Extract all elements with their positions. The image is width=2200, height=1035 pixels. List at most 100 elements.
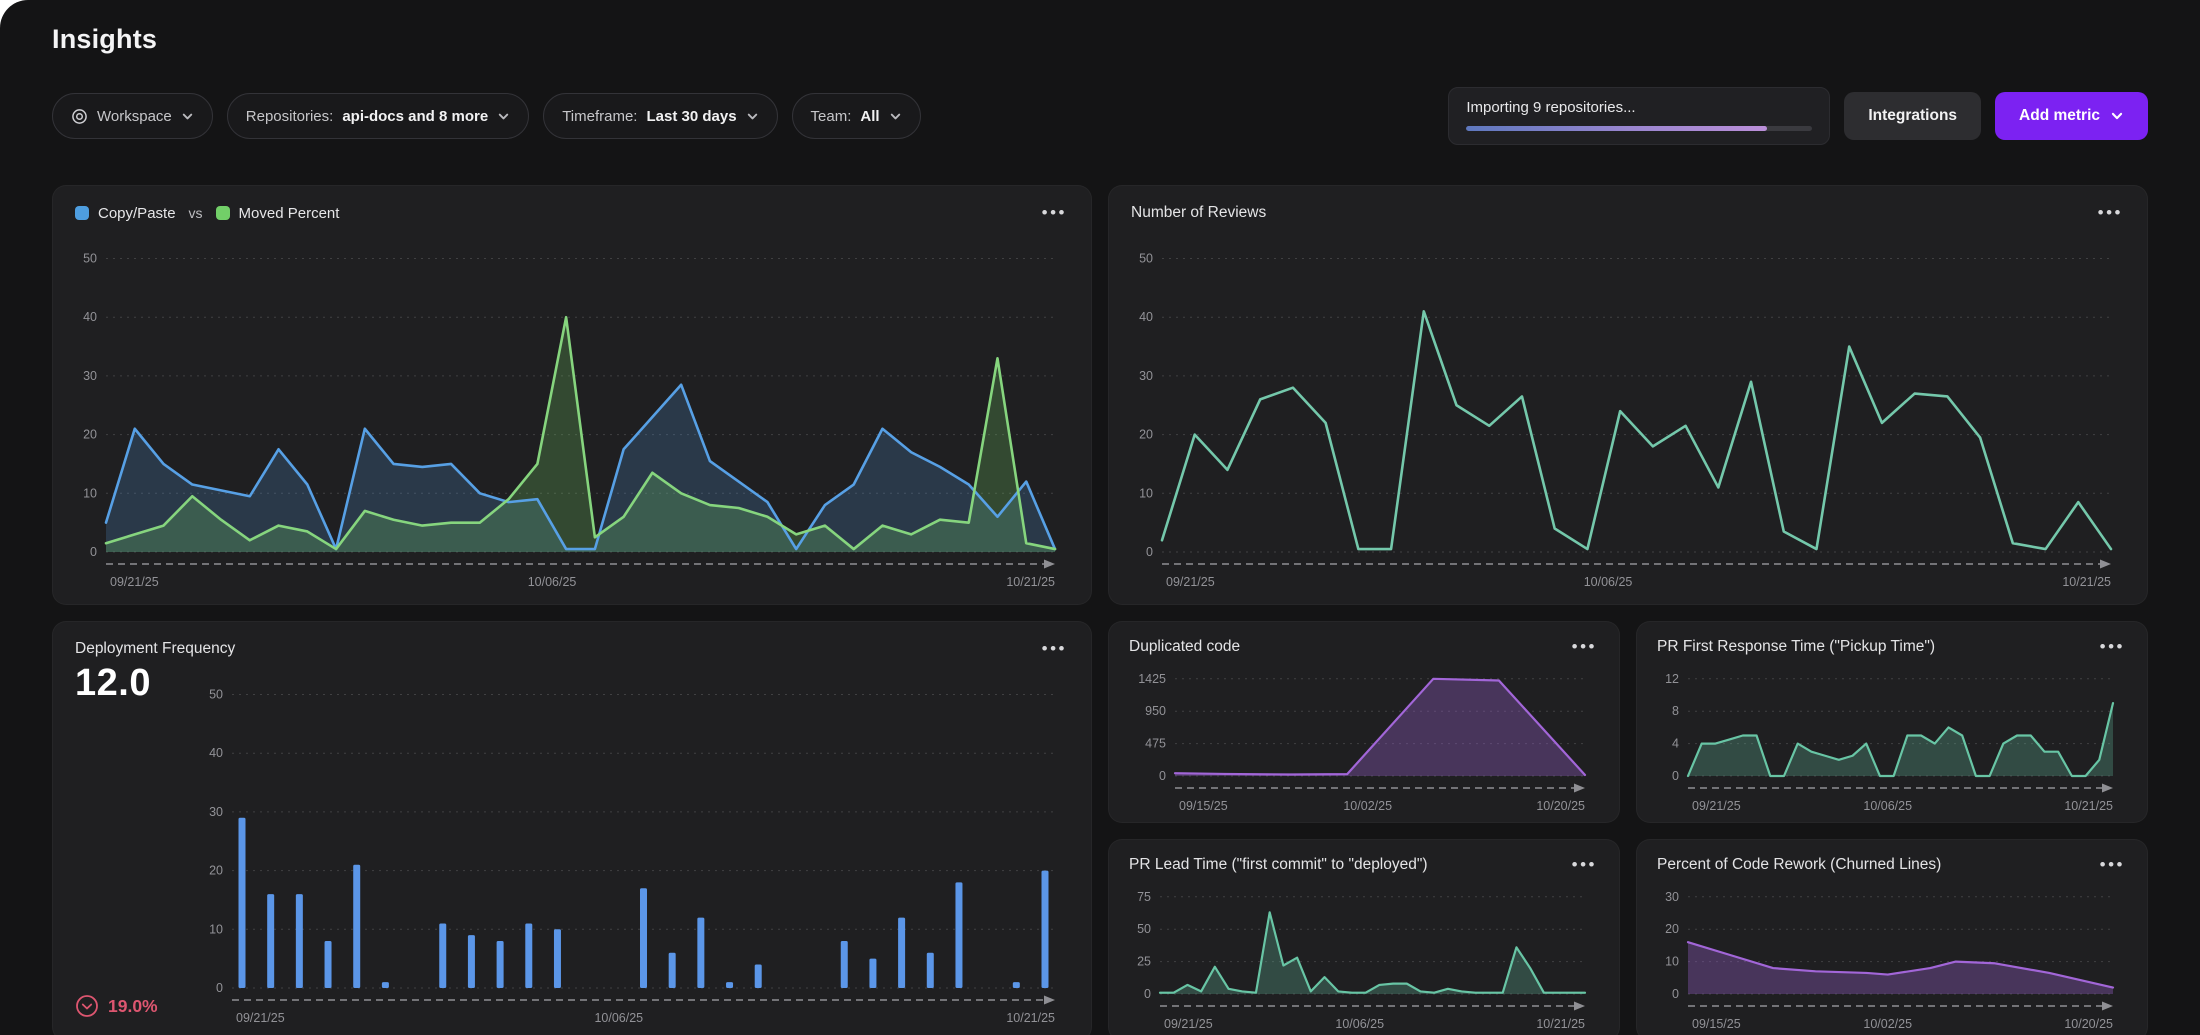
svg-text:10/21/25: 10/21/25 (2062, 575, 2111, 589)
filter-label: Timeframe: (562, 108, 637, 125)
workspace-icon (71, 108, 88, 125)
svg-text:20: 20 (1139, 428, 1153, 442)
svg-text:10/21/25: 10/21/25 (2064, 799, 2113, 813)
chart-canvas-copy-paste-vs-moved: 0102030405009/21/2510/06/2510/21/25 (75, 228, 1069, 592)
import-progress-bar (1466, 126, 1812, 131)
svg-text:8: 8 (1672, 704, 1679, 718)
svg-text:1425: 1425 (1138, 672, 1166, 686)
svg-text:10/06/25: 10/06/25 (528, 575, 577, 589)
toolbar: Workspace Repositories: api-docs and 8 m… (52, 87, 2148, 145)
add-metric-button-label: Add metric (2019, 107, 2100, 125)
svg-text:50: 50 (1137, 922, 1151, 936)
repositories-filter[interactable]: Repositories: api-docs and 8 more (227, 93, 529, 139)
svg-text:09/15/25: 09/15/25 (1179, 799, 1228, 813)
deployment-frequency-value: 12.0 (75, 662, 201, 705)
chart-legend: Copy/Paste vs Moved Percent (75, 205, 339, 222)
delta-value: 19.0% (108, 996, 158, 1017)
svg-text:20: 20 (209, 864, 223, 878)
chart-card-number-of-reviews: Number of Reviews ••• 0102030405009/21/2… (1108, 185, 2148, 605)
card-menu-button[interactable]: ••• (2098, 638, 2127, 656)
svg-text:0: 0 (1144, 987, 1151, 1001)
svg-text:09/15/25: 09/15/25 (1692, 1017, 1741, 1031)
svg-text:09/21/25: 09/21/25 (1692, 799, 1741, 813)
card-menu-button[interactable]: ••• (1040, 204, 1069, 222)
filter-bar: Workspace Repositories: api-docs and 8 m… (52, 93, 921, 139)
chart-card-copy-paste-vs-moved: Copy/Paste vs Moved Percent ••• 01020304… (52, 185, 1092, 605)
deployment-frequency-delta: 19.0% (75, 994, 201, 1018)
card-menu-button[interactable]: ••• (2096, 204, 2125, 222)
chevron-down-icon (889, 110, 902, 123)
svg-text:40: 40 (1139, 310, 1153, 324)
charts-grid: Copy/Paste vs Moved Percent ••• 0 10 20 30 4… (52, 185, 2148, 1035)
integrations-button[interactable]: Integrations (1844, 92, 1981, 140)
small-charts-grid: Duplicated code ••• 0475950142509/15/251… (1108, 621, 2148, 1035)
svg-text:4: 4 (1672, 737, 1679, 751)
svg-text:30: 30 (1139, 369, 1153, 383)
team-filter[interactable]: Team: All (792, 93, 921, 139)
import-status-label: Importing 9 repositories... (1466, 99, 1812, 116)
card-menu-button[interactable]: ••• (2098, 856, 2127, 874)
legend-separator: vs (189, 205, 203, 221)
toolbar-right: Importing 9 repositories... Integrations… (1448, 87, 2148, 145)
svg-text:20: 20 (83, 428, 97, 442)
svg-text:40: 40 (209, 746, 223, 760)
svg-text:10/21/25: 10/21/25 (1536, 1017, 1585, 1031)
svg-text:10/06/25: 10/06/25 (1863, 799, 1912, 813)
filter-value: Last 30 days (646, 108, 736, 125)
chevron-down-icon (746, 110, 759, 123)
chart-canvas-percent-code-rework: 010203009/15/2510/02/2510/20/25 (1657, 880, 2127, 1032)
chart-card-pr-first-response-time: PR First Response Time ("Pickup Time") •… (1636, 621, 2148, 823)
chart-canvas-pr-lead-time: 0 25 50 75 09/21/25 10/06/25 10/21/25 (1129, 880, 1599, 1032)
timeframe-filter[interactable]: Timeframe: Last 30 days (543, 93, 777, 139)
insights-dashboard: Insights Workspace Repositories: api-doc… (0, 0, 2200, 1035)
chevron-down-icon (497, 110, 510, 123)
workspace-filter[interactable]: Workspace (52, 93, 213, 139)
svg-text:10/02/25: 10/02/25 (1863, 1017, 1912, 1031)
chart-card-pr-lead-time: PR Lead Time ("first commit" to "deploye… (1108, 839, 1620, 1035)
svg-text:10/21/25: 10/21/25 (1006, 1011, 1055, 1025)
chart-title: Percent of Code Rework (Churned Lines) (1657, 856, 1941, 874)
filter-label: Workspace (97, 108, 172, 125)
chart-canvas-duplicated-code: 0475950142509/15/2510/02/2510/20/25 (1129, 662, 1599, 814)
svg-text:0: 0 (1146, 545, 1153, 559)
add-metric-button[interactable]: Add metric (1995, 92, 2148, 140)
svg-text:0: 0 (1672, 987, 1679, 1001)
svg-text:12: 12 (1665, 672, 1679, 686)
chart-canvas-number-of-reviews: 0102030405009/21/2510/06/2510/21/25 (1131, 228, 2125, 592)
filter-label: Repositories: (246, 108, 334, 125)
svg-text:10/06/25: 10/06/25 (1584, 575, 1633, 589)
svg-text:0: 0 (1159, 769, 1166, 783)
filter-value: All (860, 108, 879, 125)
chart-card-deployment-frequency: Deployment Frequency ••• 12.0 19.0% 0102… (52, 621, 1092, 1035)
svg-text:10/06/25: 10/06/25 (1335, 1017, 1384, 1031)
chart-card-duplicated-code: Duplicated code ••• 0475950142509/15/251… (1108, 621, 1620, 823)
svg-text:75: 75 (1137, 890, 1151, 904)
svg-text:20: 20 (1665, 922, 1679, 936)
svg-text:50: 50 (1139, 252, 1153, 266)
svg-text:0: 0 (90, 545, 97, 559)
svg-text:10/20/25: 10/20/25 (1536, 799, 1585, 813)
filter-label: Team: (811, 108, 852, 125)
svg-text:10: 10 (209, 922, 223, 936)
svg-text:40: 40 (83, 310, 97, 324)
svg-text:950: 950 (1145, 704, 1166, 718)
svg-text:09/21/25: 09/21/25 (1166, 575, 1215, 589)
svg-text:30: 30 (83, 369, 97, 383)
svg-text:50: 50 (209, 688, 223, 702)
chart-title: Number of Reviews (1131, 204, 1266, 222)
chart-title: PR Lead Time ("first commit" to "deploye… (1129, 856, 1428, 874)
svg-text:0: 0 (1672, 769, 1679, 783)
card-menu-button[interactable]: ••• (1040, 640, 1069, 658)
card-menu-button[interactable]: ••• (1570, 638, 1599, 656)
chart-title: Duplicated code (1129, 638, 1240, 656)
svg-text:10/21/25: 10/21/25 (1006, 575, 1055, 589)
svg-text:30: 30 (209, 805, 223, 819)
svg-text:25: 25 (1137, 955, 1151, 969)
chart-card-percent-code-rework: Percent of Code Rework (Churned Lines) •… (1636, 839, 2148, 1035)
svg-text:09/21/25: 09/21/25 (1164, 1017, 1213, 1031)
card-menu-button[interactable]: ••• (1570, 856, 1599, 874)
legend-swatch-copy-paste (75, 206, 89, 220)
svg-text:10/02/25: 10/02/25 (1343, 799, 1392, 813)
trend-down-circle-icon (75, 994, 99, 1018)
chevron-down-icon (2110, 109, 2124, 123)
